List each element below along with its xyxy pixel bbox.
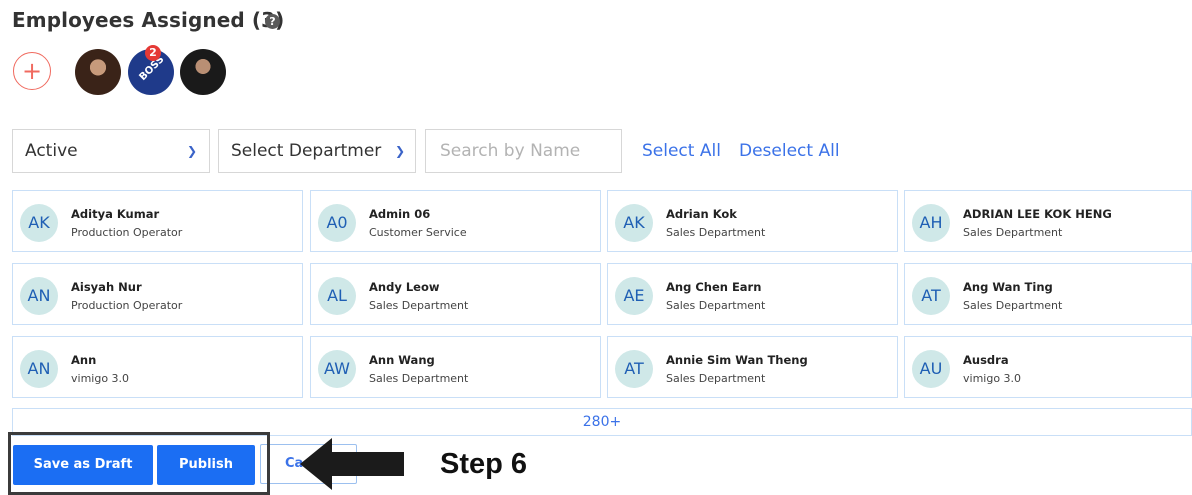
step-label: Step 6	[440, 448, 528, 480]
employee-department: Sales Department	[963, 299, 1063, 312]
page-title: Employees Assigned (3)	[12, 8, 285, 32]
employee-name: Ann Wang	[369, 353, 435, 367]
chevron-down-icon: ❯	[391, 130, 406, 172]
employee-initials-avatar: AT	[912, 277, 950, 315]
employee-department: Production Operator	[71, 226, 183, 239]
employee-name: Aditya Kumar	[71, 207, 160, 221]
annotation-arrow-icon	[300, 438, 404, 490]
employee-initials-avatar: AW	[318, 350, 356, 388]
employee-initials-avatar: AL	[318, 277, 356, 315]
status-select-value: Active	[25, 141, 78, 161]
assigned-avatar[interactable]	[180, 49, 226, 95]
employee-department: vimigo 3.0	[71, 372, 130, 385]
select-all-link[interactable]: Select All	[642, 141, 721, 161]
status-select[interactable]: Active ❯	[12, 129, 210, 173]
employee-department: Sales Department	[666, 299, 766, 312]
employee-name: Aisyah Nur	[71, 280, 142, 294]
employee-card[interactable]: A0 Admin 06 Customer Service	[310, 190, 601, 252]
employee-name: Ann	[71, 353, 97, 367]
department-select[interactable]: Select Departmer ❯	[218, 129, 416, 173]
employee-initials-avatar: AU	[912, 350, 950, 388]
employee-name: Ausdra	[963, 353, 1009, 367]
annotation-highlight-box	[8, 432, 270, 495]
search-input[interactable]	[425, 129, 622, 173]
notification-badge: 2	[145, 45, 161, 61]
employee-name: Ang Wan Ting	[963, 280, 1053, 294]
employee-card[interactable]: AK Aditya Kumar Production Operator	[12, 190, 303, 252]
employee-card[interactable]: AN Aisyah Nur Production Operator	[12, 263, 303, 325]
deselect-all-link[interactable]: Deselect All	[739, 141, 840, 161]
employee-name: ADRIAN LEE KOK HENG	[963, 207, 1112, 221]
employee-name: Adrian Kok	[666, 207, 737, 221]
employee-card[interactable]: AL Andy Leow Sales Department	[310, 263, 601, 325]
employee-initials-avatar: A0	[318, 204, 356, 242]
employee-initials-avatar: AN	[20, 277, 58, 315]
employee-card[interactable]: AW Ann Wang Sales Department	[310, 336, 601, 398]
employee-card[interactable]: AU Ausdra vimigo 3.0	[904, 336, 1192, 398]
employee-name: Annie Sim Wan Theng	[666, 353, 808, 367]
employee-department: Sales Department	[666, 226, 766, 239]
employee-department: Sales Department	[666, 372, 766, 385]
employee-initials-avatar: AN	[20, 350, 58, 388]
employee-name: Admin 06	[369, 207, 431, 221]
assigned-avatar[interactable]	[75, 49, 121, 95]
chevron-down-icon: ❯	[187, 144, 198, 158]
employee-card[interactable]: AE Ang Chen Earn Sales Department	[607, 263, 898, 325]
employee-department: vimigo 3.0	[963, 372, 1022, 385]
employee-initials-avatar: AH	[912, 204, 950, 242]
employee-card[interactable]: AK Adrian Kok Sales Department	[607, 190, 898, 252]
employee-department: Sales Department	[369, 372, 469, 385]
employee-card[interactable]: AT Annie Sim Wan Theng Sales Department	[607, 336, 898, 398]
employee-name: Ang Chen Earn	[666, 280, 762, 294]
employee-department: Sales Department	[963, 226, 1063, 239]
employee-initials-avatar: AE	[615, 277, 653, 315]
employee-department: Customer Service	[369, 226, 467, 239]
employee-department: Production Operator	[71, 299, 183, 312]
add-employee-button[interactable]: +	[13, 52, 51, 90]
employee-initials-avatar: AK	[615, 204, 653, 242]
employee-card[interactable]: AN Ann vimigo 3.0	[12, 336, 303, 398]
employee-name: Andy Leow	[369, 280, 440, 294]
employee-card[interactable]: AT Ang Wan Ting Sales Department	[904, 263, 1192, 325]
help-icon[interactable]: ?	[265, 14, 280, 29]
employee-initials-avatar: AT	[615, 350, 653, 388]
employee-initials-avatar: AK	[20, 204, 58, 242]
department-select-value: Select Departmer	[231, 141, 382, 161]
employee-card[interactable]: AH ADRIAN LEE KOK HENG Sales Department	[904, 190, 1192, 252]
employee-department: Sales Department	[369, 299, 469, 312]
